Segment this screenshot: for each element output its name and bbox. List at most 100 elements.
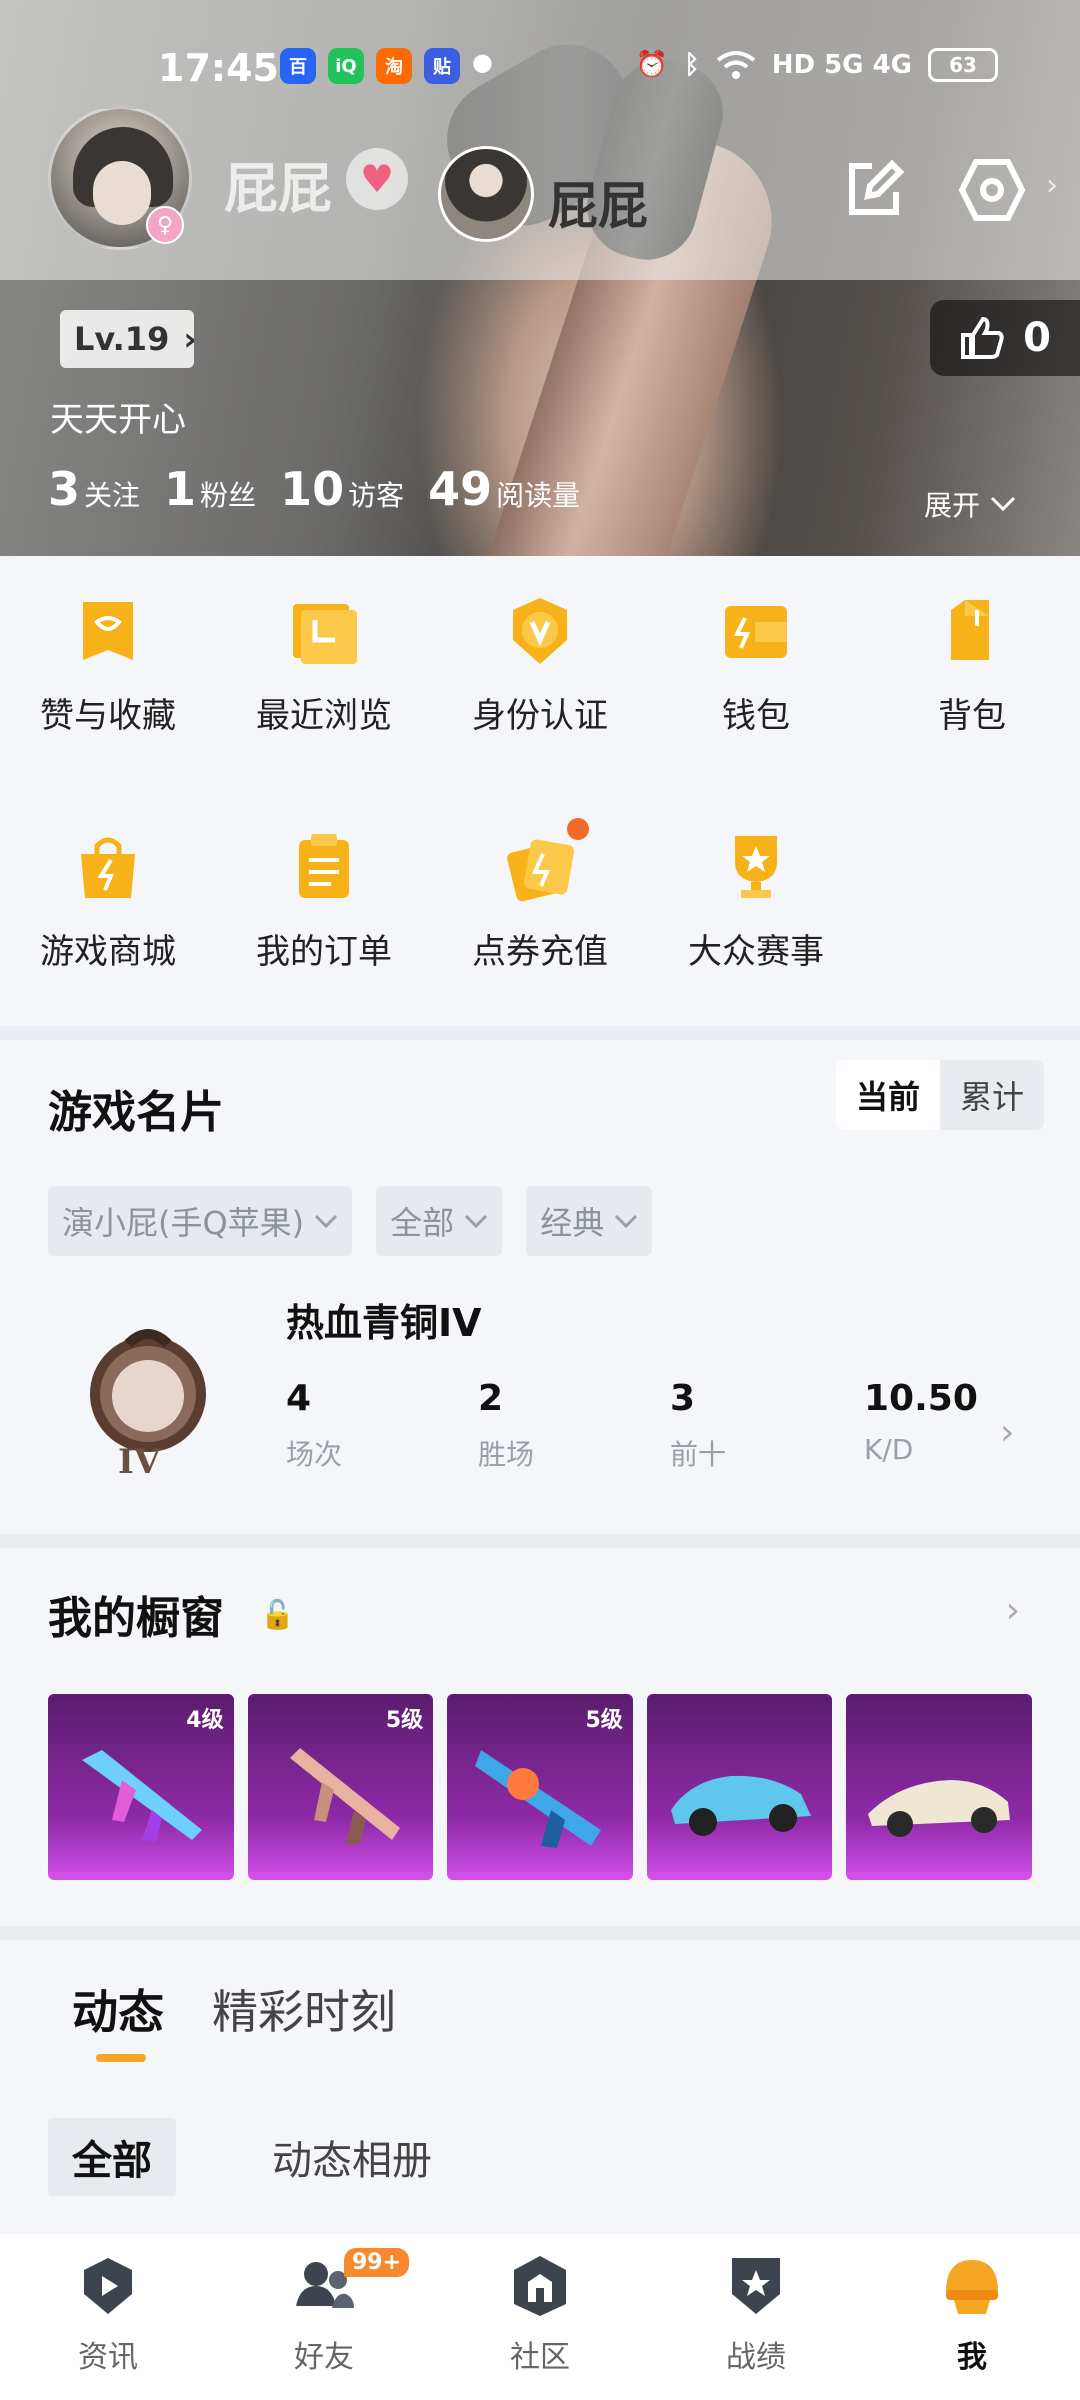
small-avatar[interactable] [438, 146, 534, 242]
rifle-skin-icon [289, 1748, 400, 1844]
news-play-icon [84, 2258, 132, 2314]
chevron-down-icon [465, 1214, 488, 1228]
helmet-icon [946, 2260, 998, 2314]
nav-item-friends[interactable]: 99+ 好友 [216, 2234, 432, 2400]
rank-tier-label: IV [118, 1442, 161, 1482]
account-filter-dropdown[interactable]: 演小屁(手Q苹果) [48, 1186, 353, 1256]
grid-item-wallet[interactable]: 钱包 [648, 596, 864, 832]
avatar-image [93, 161, 151, 225]
like-count: 0 [1023, 315, 1051, 361]
profile-stats: 3 关注 1 粉丝 10 访客 49 阅读量 [48, 462, 580, 516]
baidu-icon: 百 [280, 48, 316, 84]
settings-hexagon-icon [958, 159, 1026, 221]
subtab-all[interactable]: 全部 [48, 2118, 176, 2196]
subtab-album[interactable]: 动态相册 [248, 2118, 456, 2196]
chevron-down-icon [990, 496, 1016, 512]
nav-item-me[interactable]: 我 [864, 2234, 1080, 2400]
feed-subtabs: 全部 动态相册 [48, 2118, 1080, 2196]
showcase-item[interactable] [646, 1694, 833, 1880]
toggle-current[interactable]: 当前 [835, 1060, 940, 1130]
metric-top10: 3 前十 [670, 1378, 727, 1471]
stat-fans[interactable]: 1 粉丝 [164, 462, 256, 516]
showcase-item[interactable]: 5级 [447, 1694, 633, 1880]
chevron-right-icon: › [1000, 1412, 1015, 1453]
section-divider [0, 1926, 1080, 1940]
status-time: 17:45 [158, 46, 279, 90]
taobao-icon: 淘 [376, 48, 412, 84]
like-button[interactable]: 0 [930, 300, 1080, 376]
level-text: Lv.19 [74, 320, 170, 358]
toggle-cumulative[interactable]: 累计 [940, 1060, 1044, 1130]
profile-motto: 天天开心 [50, 400, 186, 440]
tab-highlights[interactable]: 精彩时刻 [212, 1976, 396, 2042]
nav-item-community[interactable]: 社区 [432, 2234, 648, 2400]
network-text: HD 5G 4G [771, 50, 912, 80]
grid-item-tournament[interactable]: 大众赛事 [648, 832, 864, 1068]
grid-item-orders[interactable]: 我的订单 [216, 832, 432, 1068]
rank-name: 热血青铜IV [286, 1301, 482, 1345]
stat-following[interactable]: 3 关注 [48, 462, 140, 516]
grid-item-game-shop[interactable]: 游戏商城 [0, 832, 216, 1068]
edit-profile-button[interactable] [832, 148, 916, 232]
status-notification-apps: 百 iQ 淘 贴 ● [280, 48, 493, 84]
grid-item-likes-favorites[interactable]: 赞与收藏 [0, 596, 216, 832]
section-divider [0, 1534, 1080, 1548]
rifle-skin-icon [82, 1750, 202, 1842]
chevron-right-icon: › [1046, 168, 1058, 203]
metric-kd: 10.50 K/D [864, 1378, 978, 1466]
heart-icon[interactable]: ♥ [346, 148, 408, 210]
record-shield-icon [732, 2258, 780, 2314]
nav-item-records[interactable]: 战绩 [648, 2234, 864, 2400]
showcase-section: 我的橱窗 🔓 › 4级 5级 5级 [0, 1548, 1080, 1926]
community-icon [514, 2256, 566, 2316]
chevron-right-icon: › [183, 320, 197, 358]
car-skin-icon [868, 1780, 1011, 1837]
rank-summary-row[interactable]: IV 热血青铜IV 4 场次 2 胜场 3 前十 10.50 K/D › [48, 1284, 1032, 1484]
new-dot-badge [567, 818, 589, 840]
edit-icon [849, 159, 905, 215]
lock-icon[interactable]: 🔓 [260, 1598, 295, 1631]
profile-name: 屁屁 [548, 177, 648, 235]
heart-bookmark-icon [83, 602, 133, 660]
tieba-icon: 贴 [424, 48, 460, 84]
grid-item-recent[interactable]: 最近浏览 [216, 596, 432, 832]
tab-moments[interactable]: 动态 [72, 1976, 164, 2062]
battery-icon: 63 [928, 48, 998, 82]
grid-item-verification[interactable]: 身份认证 [432, 596, 648, 832]
type-filter-dropdown[interactable]: 经典 [526, 1186, 653, 1256]
shop-bag-icon [81, 837, 135, 898]
level-badge[interactable]: Lv.19 › [60, 310, 197, 368]
showcase-item[interactable]: 5级 [247, 1694, 434, 1880]
status-bar: 17:45 百 iQ 淘 贴 ● ⏰ ᛒ HD 5G 4G 63 [0, 40, 1080, 100]
iqiyi-icon: iQ [328, 48, 364, 84]
grid-item-recharge[interactable]: 点券充值 [432, 818, 648, 1068]
status-indicators: ⏰ ᛒ HD 5G 4G 63 [636, 48, 998, 82]
grid-item-backpack[interactable]: 背包 [864, 596, 1080, 832]
showcase-item[interactable]: 4级 [48, 1694, 234, 1880]
feed-tabs: 动态 精彩时刻 [72, 1976, 1080, 2062]
chevron-down-icon [315, 1214, 338, 1228]
stats-period-toggle: 当前 累计 [835, 1060, 1044, 1130]
expand-label: 展开 [924, 489, 981, 522]
bluetooth-icon: ᛒ [684, 50, 700, 80]
profile-name-faded: 屁屁 [224, 157, 332, 220]
nav-item-news[interactable]: 资讯 [0, 2234, 216, 2400]
mode-filter-dropdown[interactable]: 全部 [376, 1186, 503, 1256]
blaster-skin-icon [475, 1750, 602, 1848]
game-card-section: 游戏名片 当前 累计 演小屁(手Q苹果) 全部 经典 IV 热血青铜IV 4 场… [0, 1040, 1080, 1534]
alarm-icon: ⏰ [635, 50, 669, 80]
car-skin-icon [670, 1775, 811, 1836]
showcase-item[interactable] [846, 1694, 1032, 1880]
bronze-rank-emblem-icon: IV [88, 1324, 206, 1484]
thumbs-up-icon [961, 316, 1004, 359]
order-icon [299, 834, 349, 898]
stat-visitors[interactable]: 10 访客 [280, 462, 404, 516]
wifi-icon [716, 51, 755, 79]
shortcut-grid: 赞与收藏 最近浏览 身份认证 钱包 背包 游戏商城 我的订单 点券充值 大众赛事 [0, 556, 1080, 1026]
recharge-icon [507, 839, 575, 902]
expand-button[interactable]: 展开 [924, 484, 1016, 524]
wallet-icon [725, 606, 787, 658]
showcase-more-button[interactable]: › [1006, 1590, 1020, 1631]
more-dot-icon: ● [472, 48, 493, 76]
settings-button[interactable] [950, 148, 1034, 232]
